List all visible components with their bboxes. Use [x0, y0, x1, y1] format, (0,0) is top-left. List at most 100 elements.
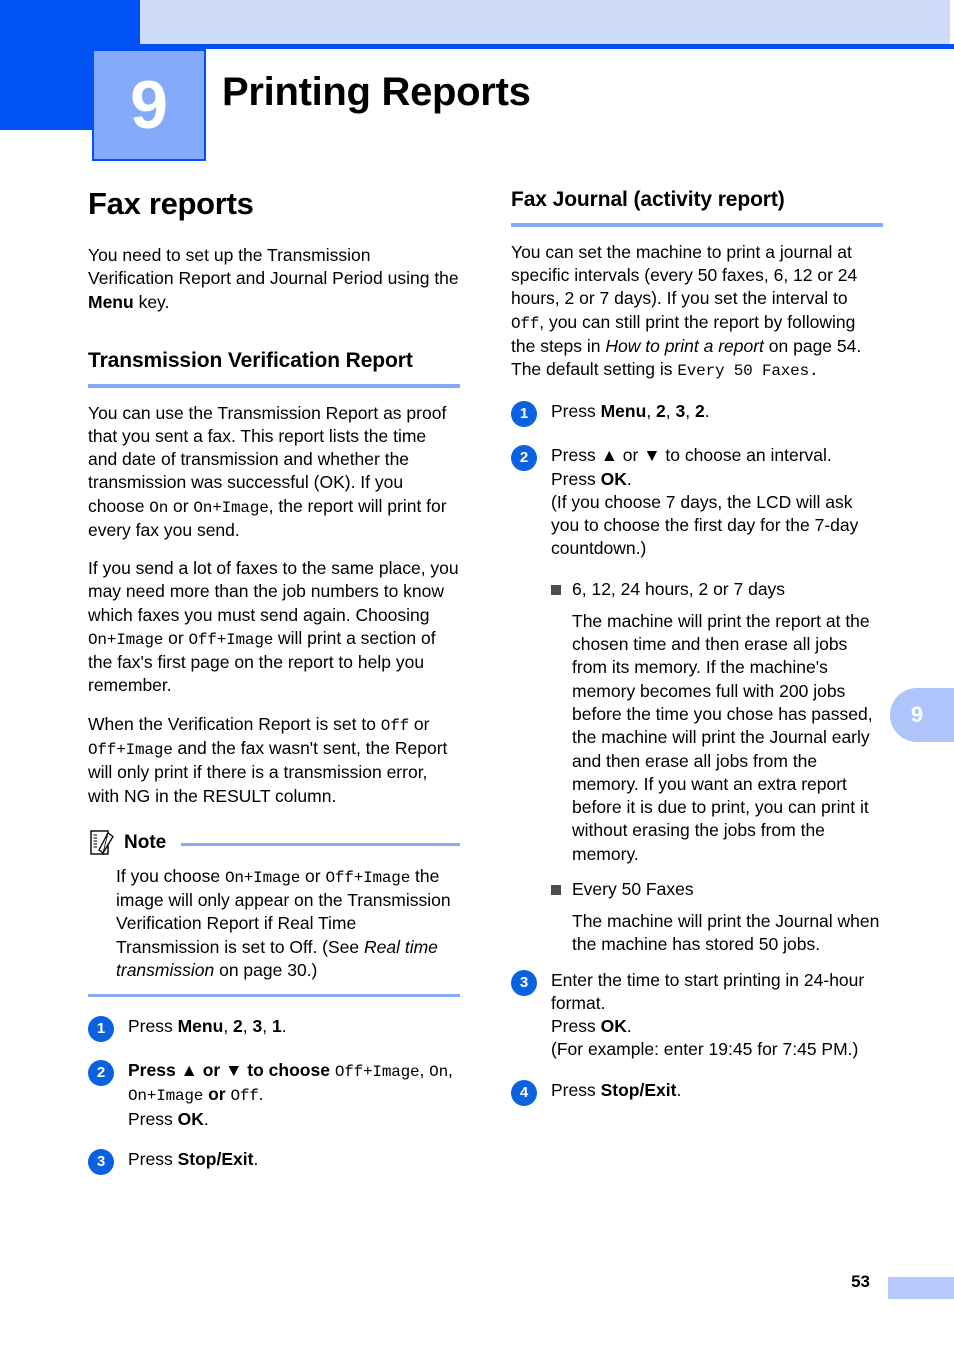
left-column: Fax reports You need to set up the Trans… [88, 186, 460, 1192]
step-text-segment: 3 [675, 401, 686, 422]
step-text: Press ▲ or ▼ to choose Off+Image, On, On… [128, 1059, 460, 1131]
step-text-segment: to choose an interval. [660, 445, 832, 466]
step-text-segment: Off+Image [334, 1063, 420, 1082]
paragraph-intro: You need to set up the Transmission Veri… [88, 244, 460, 314]
paragraph-3: When the Verification Report is set to O… [88, 713, 460, 808]
step-text-segment: ▲ [600, 445, 618, 466]
intro-part1: You need to set up the Transmission Veri… [88, 245, 459, 289]
step-text-segment: 2 [656, 401, 666, 422]
p2-mono-on-image: On+Image [88, 630, 164, 649]
step-item: 1 Press Menu, 2, 3, 1. [88, 1015, 460, 1043]
note-mono-off-image: Off+Image [325, 868, 411, 887]
step-number-badge: 1 [88, 1016, 114, 1043]
step-text-segment: Stop/Exit [600, 1079, 677, 1100]
bullet-square-icon [551, 884, 561, 895]
step-text-segment: , [447, 1060, 453, 1081]
step-text-segment: . [281, 1016, 287, 1037]
step-text-segment: Menu [177, 1016, 224, 1037]
step-item: 3 Enter the time to start printing in 24-… [511, 969, 883, 1062]
subsection-title-transmission-verification-report: Transmission Verification Report [88, 348, 413, 372]
subsection-rule [88, 383, 460, 388]
note-box: Note If you choose On+Image or Off+Image… [88, 828, 460, 998]
paragraph-1: You can use the Transmission Report as p… [88, 402, 460, 543]
step-text-segment: Enter the time to start printing in 24-h… [551, 969, 865, 1013]
step-number-badge: 4 [511, 1079, 537, 1106]
bullet-item: Every 50 Faxes The machine will print the… [551, 878, 883, 957]
right-steps-list: 1 Press Menu, 2, 3, 2. 2 Press ▲ or ▼ to ch… [511, 400, 883, 1106]
step-text-segment: Stop/Exit [177, 1148, 254, 1169]
rj-mono-off: Off [511, 314, 540, 333]
header-rule [140, 44, 954, 49]
bullet-list: 6, 12, 24 hours, 2 or 7 days The machine … [551, 578, 883, 957]
note-part4: on page 30.) [214, 959, 318, 980]
note-header-rule [181, 843, 460, 847]
p1-mono-on: On [149, 498, 169, 517]
step-number-badge: 2 [511, 445, 537, 472]
paragraph-2: If you send a lot of faxes to the same p… [88, 557, 460, 698]
step-text-segment: 2 [694, 401, 705, 422]
p3-part1: When the Verification Report is set to [88, 713, 381, 734]
step-text-segment: (If you choose 7 days, the LCD will ask … [551, 491, 859, 559]
step-text-segment: 3 [252, 1016, 263, 1037]
step-text-segment: or [617, 445, 644, 466]
step-text-segment: Press [128, 1108, 178, 1129]
step-text-segment: . [626, 468, 632, 489]
p1-part2: or [168, 495, 194, 516]
fax-journal-rule [511, 222, 883, 227]
step-text-segment: Off [230, 1087, 259, 1106]
step-text-segment: , [223, 1016, 234, 1037]
subsection-title-fax-journal: Fax Journal (activity report) [511, 188, 785, 211]
p3-mono-off-image: Off+Image [88, 740, 173, 759]
step-number-badge: 1 [511, 401, 537, 428]
note-pencil-icon [88, 828, 118, 858]
bullet-body-text: The machine will print the Journal when … [572, 911, 880, 955]
fax-journal-paragraph: You can set the machine to print a journ… [511, 241, 883, 383]
page-number: 53 [851, 1272, 870, 1291]
step-text-segment: , [685, 401, 695, 422]
step-text-segment: Press [128, 1016, 178, 1037]
step-text: Press Menu, 2, 3, 2. [551, 400, 883, 427]
step-text-segment: Press [128, 1060, 181, 1081]
step-text-segment: 2 [233, 1016, 243, 1037]
note-text: If you choose On+Image or Off+Image the … [116, 865, 460, 982]
bullet-item: 6, 12, 24 hours, 2 or 7 days The machine … [551, 578, 883, 866]
step-item: 4 Press Stop/Exit. [511, 1079, 883, 1106]
step-text-segment: . [626, 1016, 632, 1037]
side-chapter-tab: 9 [890, 688, 954, 742]
step-text-segment: Press [551, 401, 601, 422]
step-text-segment: Press [128, 1148, 178, 1169]
intro-part2: key. [133, 291, 170, 312]
step-text: Enter the time to start printing in 24-h… [551, 969, 883, 1062]
right-column: Fax Journal (activity report) You can se… [511, 186, 883, 1123]
step-text-segment: Press [551, 1079, 601, 1100]
step-text-segment: . [676, 1079, 682, 1100]
step-number-badge: 2 [88, 1060, 114, 1087]
step-number-badge: 3 [88, 1148, 114, 1175]
step-text-segment: Press [551, 445, 601, 466]
step-item: 3 Press Stop/Exit. [88, 1148, 460, 1175]
rj-mono-every-50-faxes: Every 50 Faxes. [677, 362, 819, 381]
chapter-number-badge: 9 [92, 49, 206, 161]
rj-part1: You can set the machine to print a journ… [511, 241, 858, 309]
note-footer-rule [88, 994, 460, 998]
step-text: Press Stop/Exit. [551, 1079, 883, 1106]
footer-accent-block [888, 1277, 954, 1299]
step-text-segment: ▼ [643, 445, 661, 466]
note-body: If you choose On+Image or Off+Image the … [88, 858, 460, 982]
step-text-segment: Menu [600, 401, 647, 422]
step-text-segment: , [665, 401, 676, 422]
step-text-segment: On [429, 1063, 448, 1082]
step-text-segment: 1 [271, 1016, 282, 1037]
intro-menu-key: Menu [88, 291, 134, 312]
step-text-segment: . [253, 1148, 259, 1169]
note-label: Note [124, 831, 167, 853]
step-text-segment: OK [177, 1108, 204, 1129]
step-text-segment: . [258, 1084, 264, 1105]
note-part2: or [300, 865, 326, 886]
step-text-segment: , [419, 1060, 430, 1081]
step-text: Press ▲ or ▼ to choose an interval. Press… [551, 444, 883, 560]
step-text-segment: OK [600, 468, 627, 489]
note-part1: If you choose [116, 865, 225, 886]
bullet-body-text: The machine will print the report at the… [572, 610, 873, 864]
step-text-segment: to choose [242, 1060, 335, 1081]
